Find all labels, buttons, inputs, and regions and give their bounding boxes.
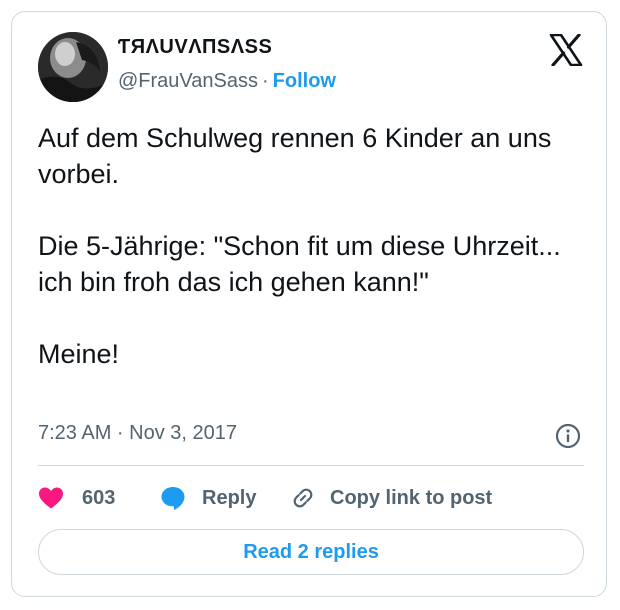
avatar[interactable]	[38, 32, 108, 102]
tweet-text: Auf dem Schulweg rennen 6 Kinder an uns …	[38, 120, 578, 372]
tweet-timestamp[interactable]: 7:23 AM · Nov 3, 2017	[38, 422, 237, 445]
handle-separator: ·	[262, 70, 269, 92]
avatar-image	[38, 32, 108, 102]
read-replies-label: Read 2 replies	[243, 540, 379, 563]
heart-icon	[39, 487, 63, 509]
copy-link-label: Copy link to post	[330, 486, 493, 509]
tweet-card: ƬЯΛUVΛПSΛSS @FrauVanSass · Follow Auf dem …	[11, 11, 607, 597]
divider	[38, 465, 584, 466]
copy-link-button[interactable]: Copy link to post	[290, 482, 492, 514]
link-icon	[293, 488, 313, 508]
tweet-paragraph-spacer	[38, 300, 578, 336]
read-replies-button[interactable]: Read 2 replies	[38, 529, 584, 575]
tweet-paragraph: Die 5-Jährige: "Schon fit um diese Uhrze…	[38, 231, 569, 297]
follow-button[interactable]: Follow	[273, 70, 336, 92]
like-count: 603	[82, 486, 116, 509]
tweet-paragraph: Meine!	[38, 339, 120, 369]
info-icon[interactable]	[554, 422, 582, 450]
x-logo-icon[interactable]	[549, 33, 583, 67]
speech-bubble-icon	[161, 487, 185, 510]
handle-line: @FrauVanSass · Follow	[118, 70, 336, 93]
user-handle[interactable]: @FrauVanSass	[118, 70, 258, 92]
reply-label: Reply	[202, 486, 257, 509]
tweet-paragraph-spacer	[38, 192, 578, 228]
tweet-paragraph: Auf dem Schulweg rennen 6 Kinder an uns …	[38, 123, 559, 189]
like-button[interactable]: 603	[38, 482, 115, 514]
reply-button[interactable]: Reply	[160, 482, 256, 514]
display-name[interactable]: ƬЯΛUVΛПSΛSS	[118, 36, 272, 59]
